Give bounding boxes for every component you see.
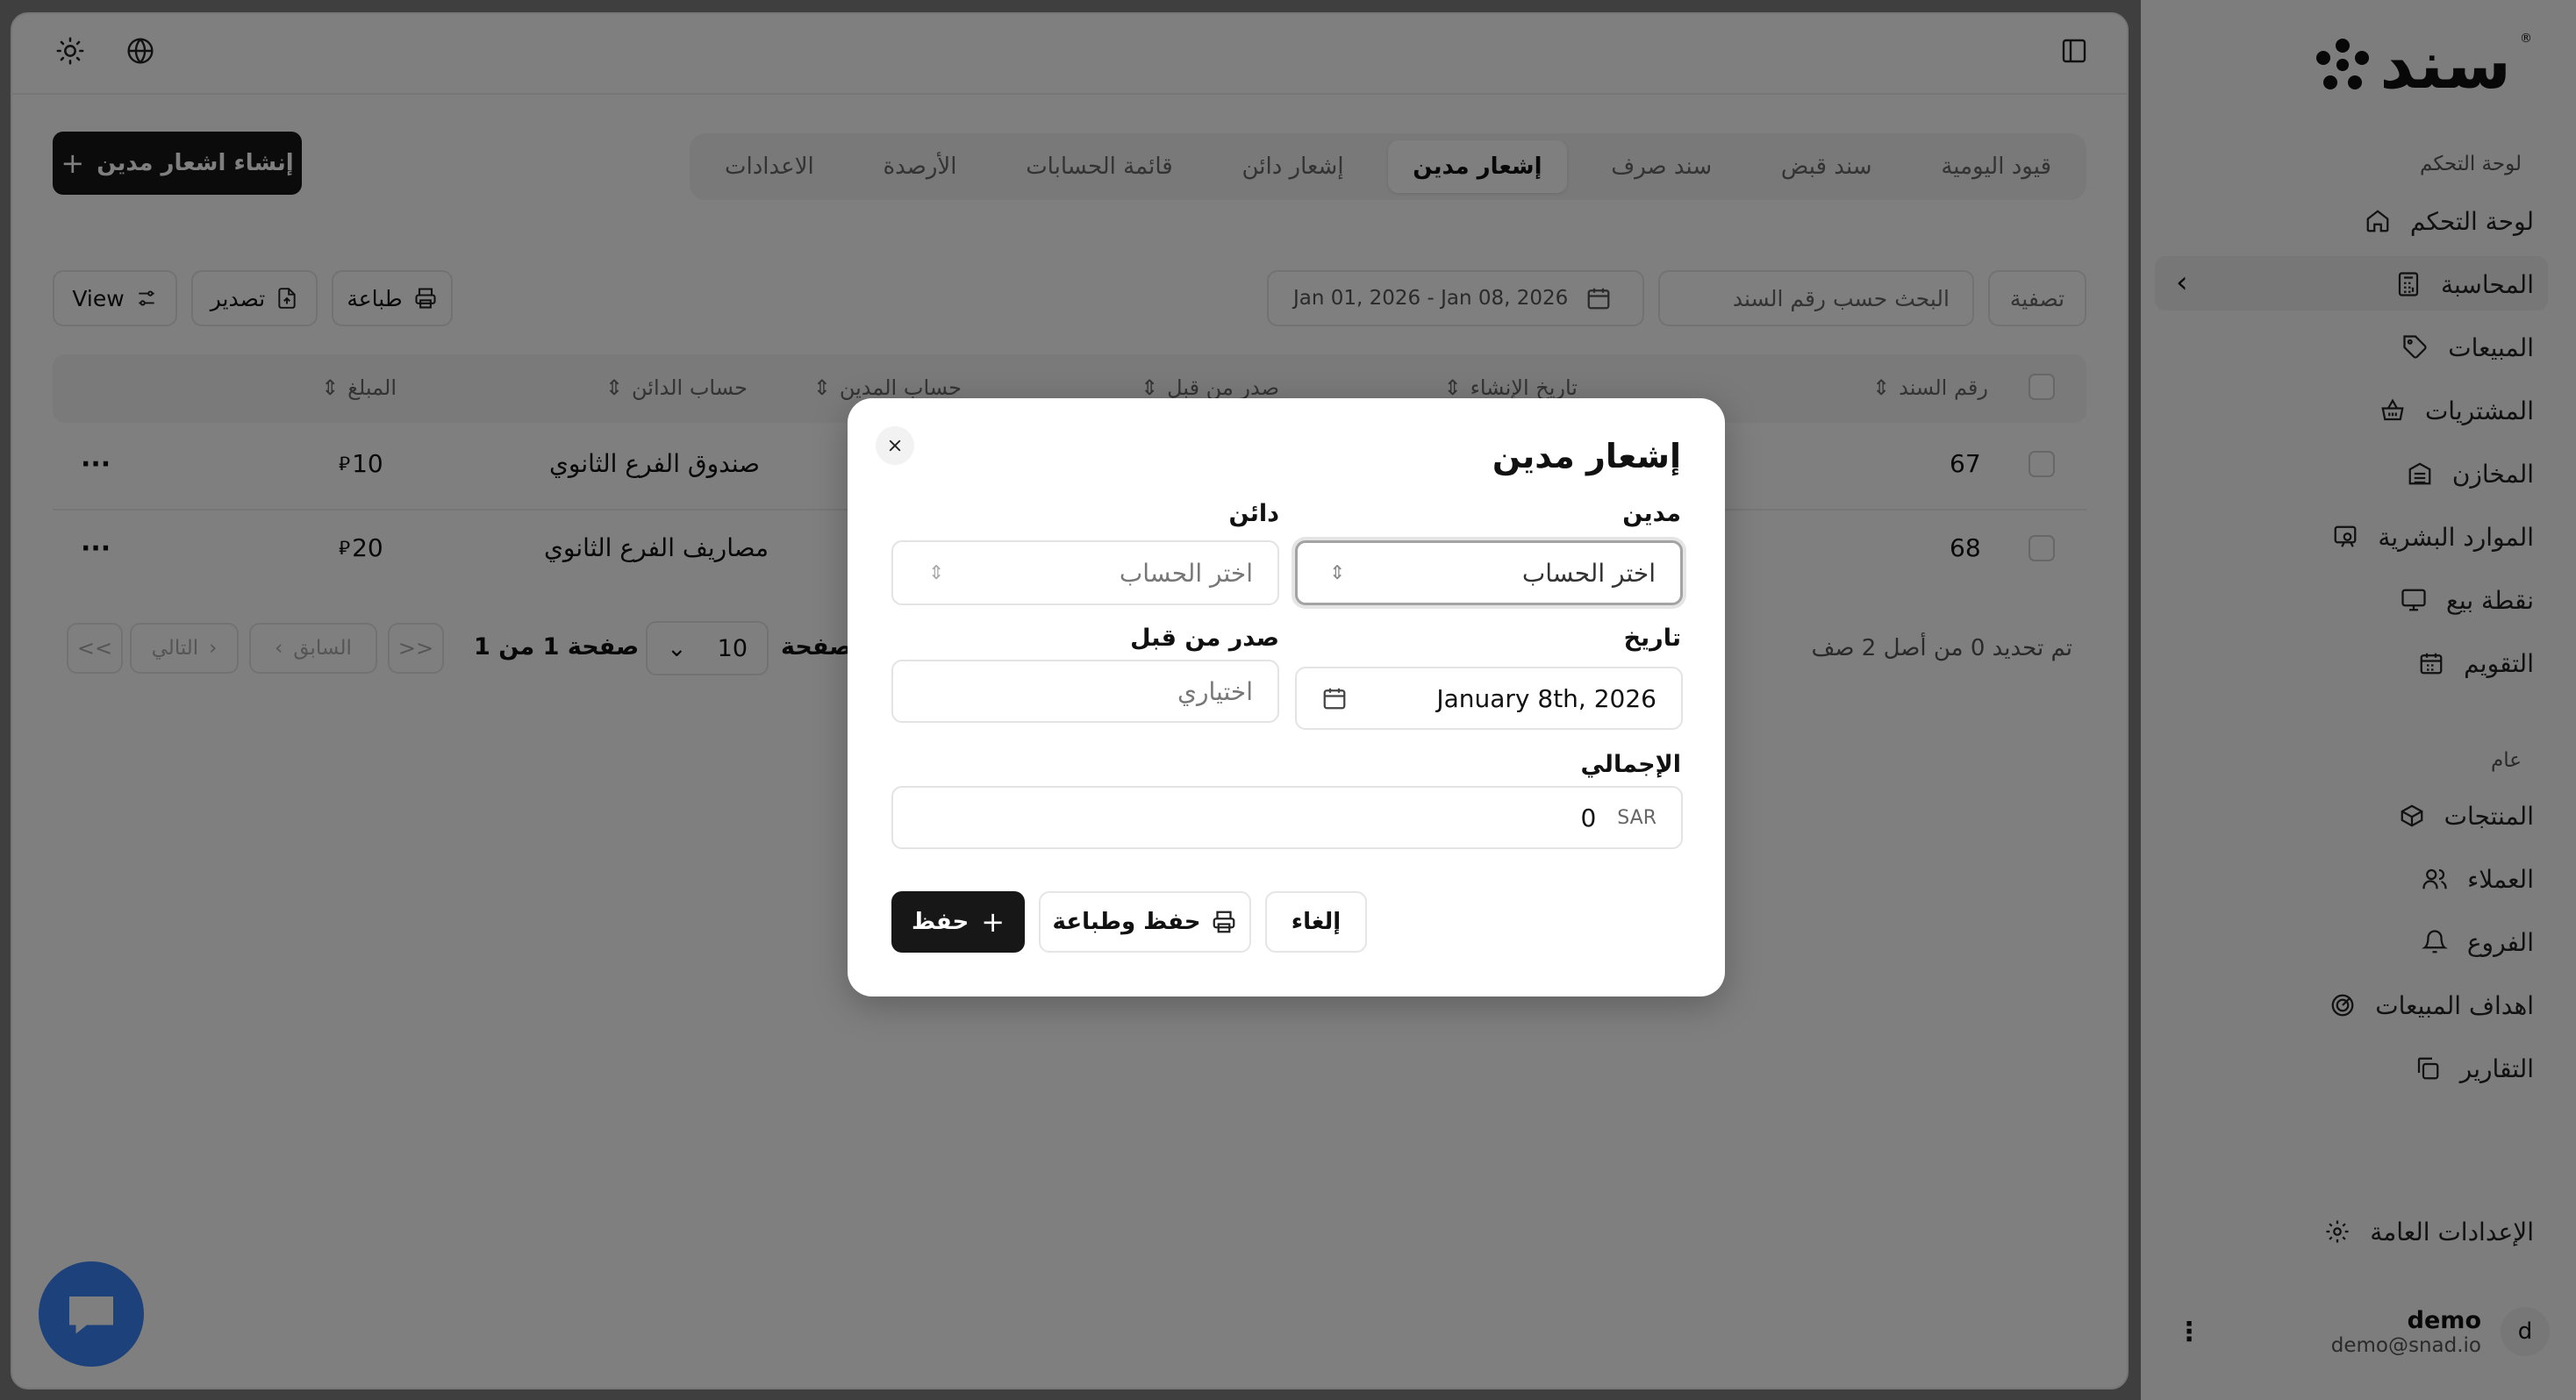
printer-icon [1211,909,1237,935]
debit-note-dialog: إشعار مدين مدين اختر الحساب ⇕ دائن اختر … [848,398,1725,996]
debit-label: مدين [1622,500,1681,527]
debit-account-select[interactable]: اختر الحساب ⇕ [1295,540,1683,605]
date-picker[interactable]: January 8th, 2026 [1295,667,1683,730]
chevron-up-down-icon: ⇕ [1329,561,1346,584]
close-icon [887,438,903,454]
credit-placeholder: اختر الحساب [1119,558,1253,588]
dialog-title: إشعار مدين [1492,437,1681,475]
issued-by-placeholder: اختياري [1177,676,1253,706]
debit-placeholder: اختر الحساب [1521,558,1656,588]
save-and-print-label: حفظ وطباعة [1052,909,1201,935]
issued-by-label: صدر من قبل [1130,625,1279,652]
chevron-up-down-icon: ⇕ [928,561,945,584]
calendar-icon [1321,685,1348,711]
plus-icon: + [981,905,1005,939]
total-currency: SAR [1617,806,1657,829]
date-value: January 8th, 2026 [1436,683,1657,713]
total-value: 0 [1580,803,1597,832]
save-and-print-button[interactable]: حفظ وطباعة [1039,891,1251,953]
save-button[interactable]: + حفظ [891,891,1025,953]
save-label: حفظ [911,909,970,935]
total-label: الإجمالي [1580,751,1681,778]
cancel-button[interactable]: إلغاء [1265,891,1367,953]
credit-label: دائن [1228,500,1279,527]
credit-account-select[interactable]: اختر الحساب ⇕ [891,540,1279,605]
date-label: تاريخ [1623,625,1681,652]
cancel-label: إلغاء [1291,909,1342,935]
total-input[interactable]: SAR 0 [891,786,1683,849]
issued-by-input[interactable]: اختياري [891,660,1279,723]
close-button[interactable] [876,426,914,465]
